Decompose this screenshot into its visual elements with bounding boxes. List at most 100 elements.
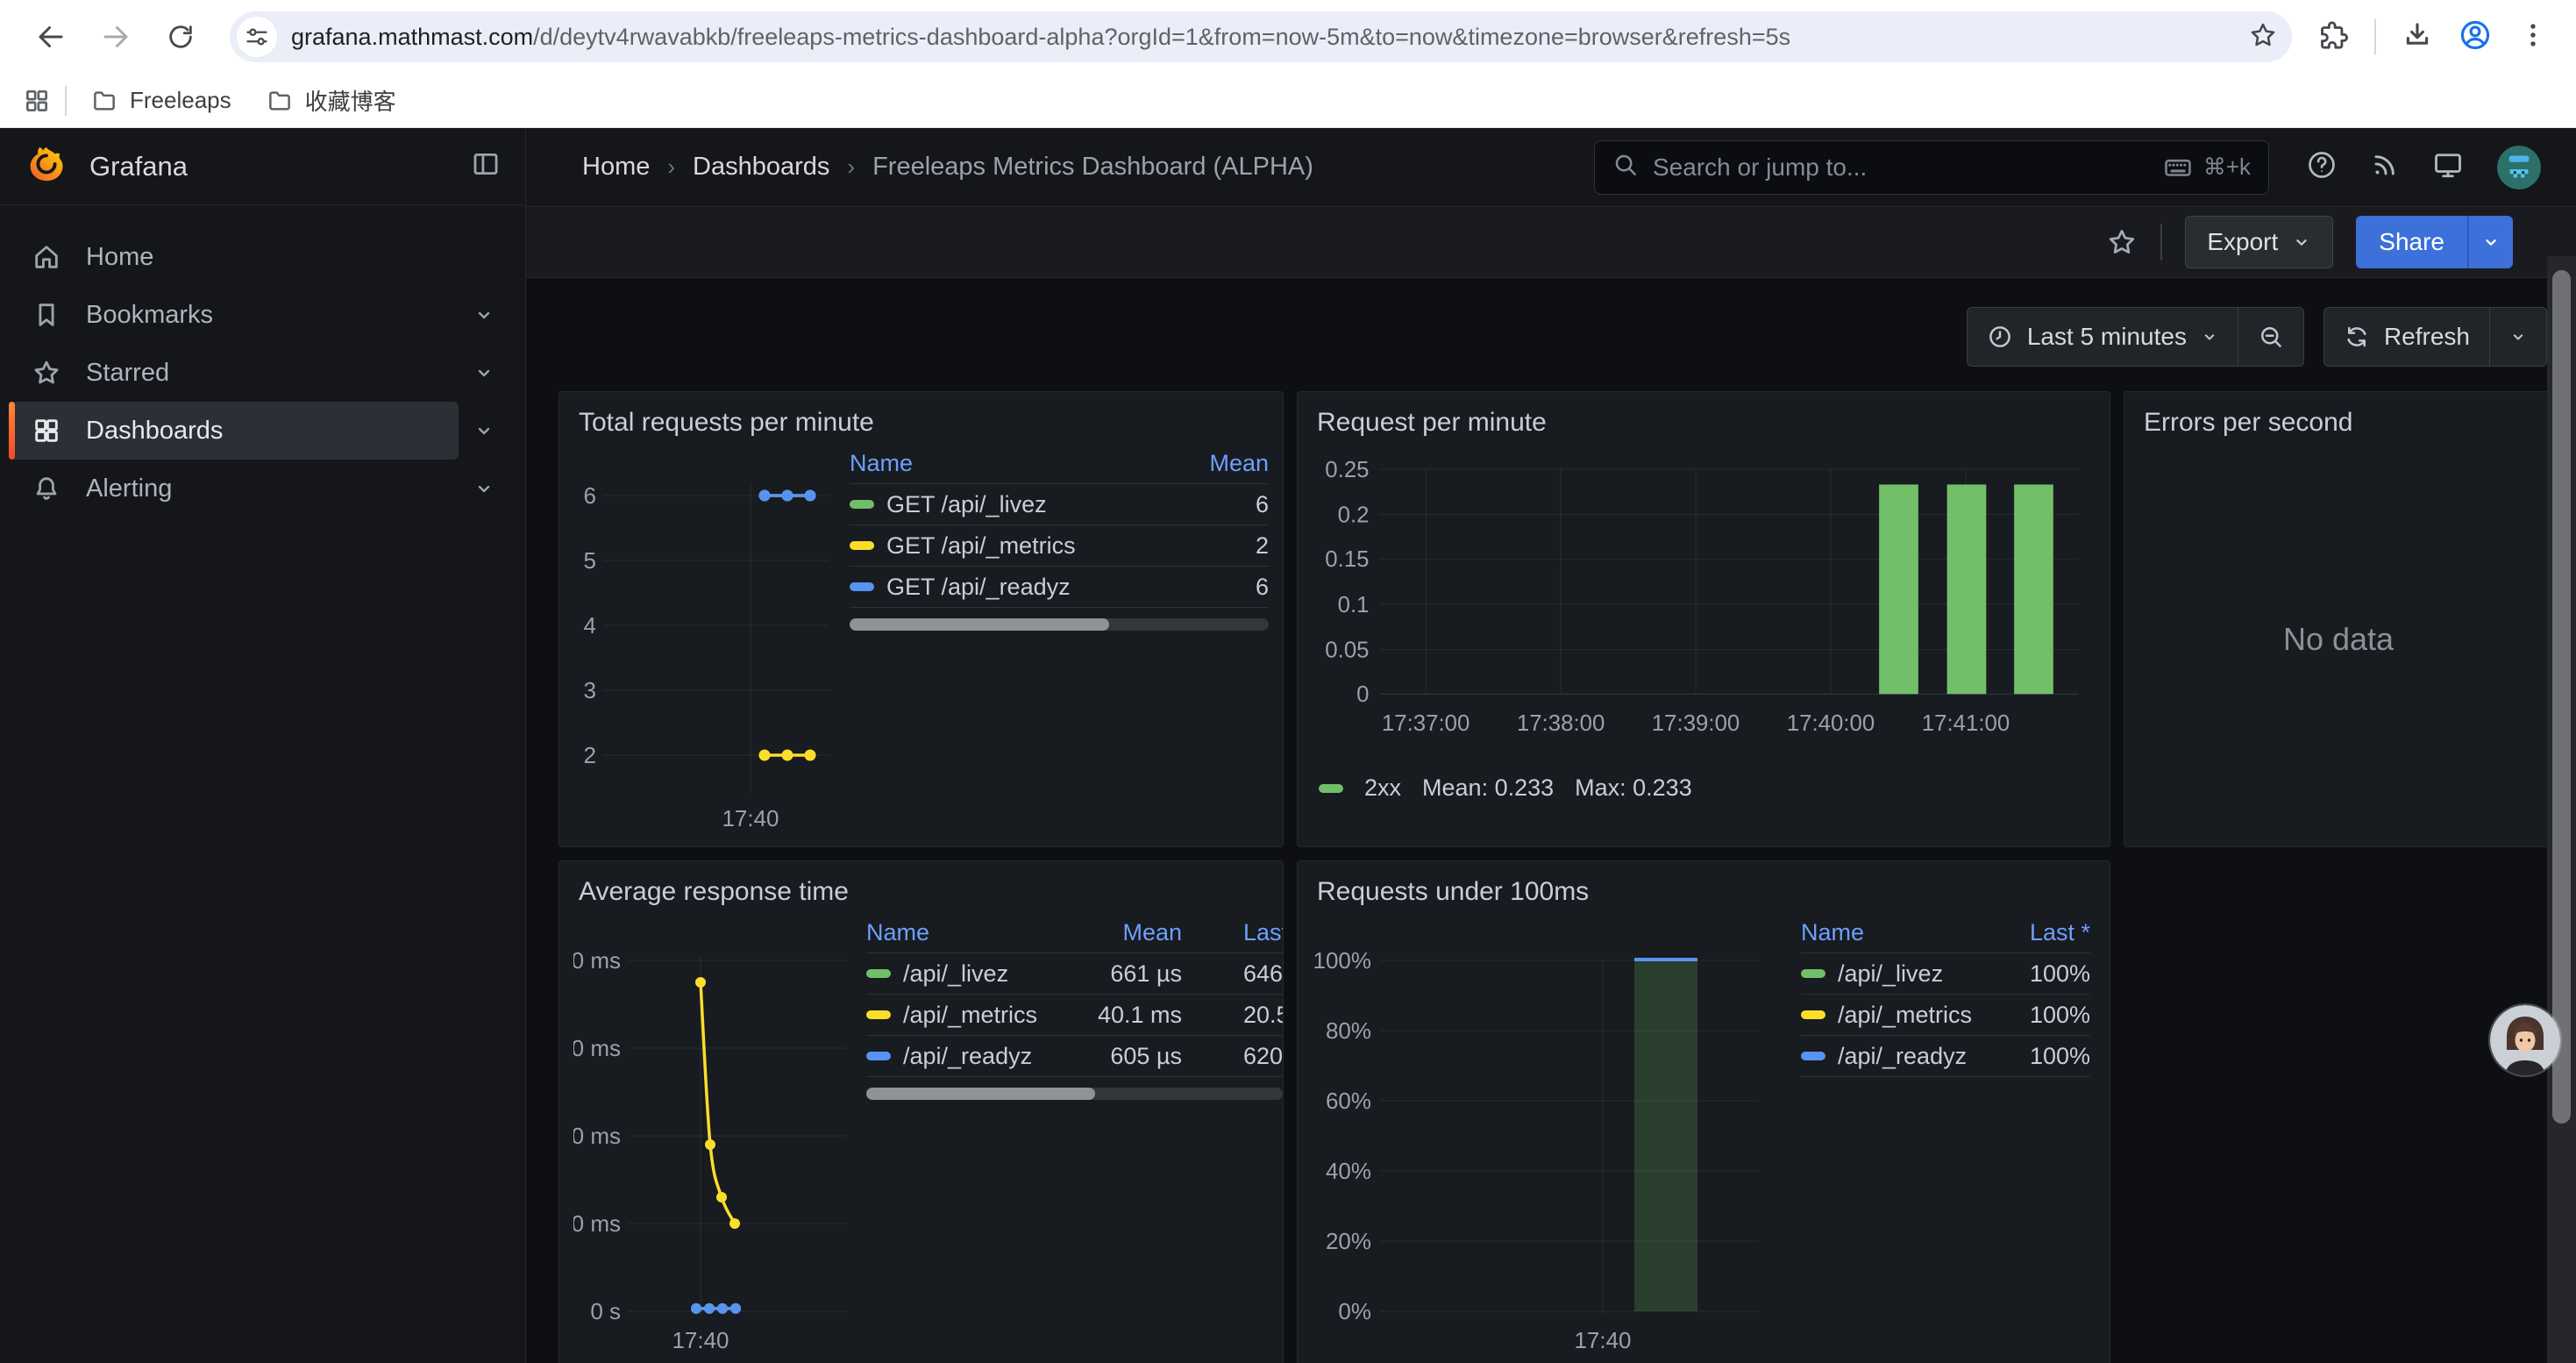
panel-average-response-time: Average response time 80 ms60 ms40 ms20 … xyxy=(559,860,1284,1363)
legend-column-header[interactable]: Mean xyxy=(1078,919,1182,946)
legend-row[interactable]: /api/_readyz100% xyxy=(1801,1036,2090,1077)
series-color-pill xyxy=(850,541,874,550)
bookmark-folder-freeleaps[interactable]: Freeleaps xyxy=(81,82,242,119)
bar-chart-request-per-minute[interactable]: 0.250.20.150.10.05017:37:0017:38:0017:39… xyxy=(1312,443,2096,757)
series-mean: Mean: 0.233 xyxy=(1422,774,1554,802)
legend-column-header[interactable]: Name xyxy=(850,450,1155,477)
kiosk-monitor-icon[interactable] xyxy=(2432,149,2464,185)
legend-column-header[interactable]: Name xyxy=(866,919,1078,946)
panel-title[interactable]: Request per minute xyxy=(1312,403,2096,443)
series-color-pill xyxy=(866,1052,891,1060)
panel-title[interactable]: Requests under 100ms xyxy=(1312,872,2096,912)
search-icon xyxy=(1612,152,1639,182)
chevron-down-icon[interactable] xyxy=(459,478,509,499)
downloads-icon[interactable] xyxy=(2402,20,2432,54)
legend-row[interactable]: GET /api/_metrics2 xyxy=(850,525,1269,567)
url-domain: grafana.mathmast.com xyxy=(291,24,533,50)
legend-row[interactable]: GET /api/_readyz6 xyxy=(850,567,1269,608)
apps-grid-icon[interactable] xyxy=(23,87,51,115)
zoom-out-button[interactable] xyxy=(2238,308,2303,366)
sidebar-link-starred[interactable]: Starred xyxy=(9,344,459,402)
legend-column-header[interactable]: Last * xyxy=(1182,919,1283,946)
legend-column-header[interactable]: Last * xyxy=(1994,919,2090,946)
panel-title[interactable]: Errors per second xyxy=(2138,403,2538,443)
bookmark-star-icon[interactable] xyxy=(2248,20,2278,54)
y-tick-label: 4 xyxy=(584,612,596,639)
sidebar-link-bookmarks[interactable]: Bookmarks xyxy=(9,286,459,344)
bookmarks-divider xyxy=(65,86,67,116)
grafana-logo[interactable] xyxy=(26,144,67,189)
bookmark-folder-blogs[interactable]: 收藏博客 xyxy=(256,79,407,122)
dock-menu-icon[interactable] xyxy=(471,149,501,183)
forward-icon[interactable] xyxy=(88,9,144,65)
bookmark-folder-label: Freeleaps xyxy=(130,87,231,114)
sidebar-link-alerting[interactable]: Alerting xyxy=(9,460,459,517)
extensions-icon[interactable] xyxy=(2318,20,2348,54)
breadcrumb-separator: › xyxy=(667,153,675,181)
panel-title[interactable]: Total requests per minute xyxy=(573,403,1269,443)
y-tick-label: 0% xyxy=(1338,1298,1371,1324)
breadcrumb-dashboards[interactable]: Dashboards xyxy=(693,153,829,182)
chevron-down-icon[interactable] xyxy=(459,304,509,325)
site-settings-icon[interactable] xyxy=(237,17,277,57)
legend-row[interactable]: GET /api/_livez6 xyxy=(850,484,1269,525)
x-tick-label: 17:40 xyxy=(1574,1327,1631,1353)
news-rss-icon[interactable] xyxy=(2371,151,2399,183)
y-tick-label: 40% xyxy=(1326,1158,1371,1184)
refresh-interval-dropdown[interactable] xyxy=(2489,308,2546,366)
chevron-down-icon[interactable] xyxy=(459,420,509,441)
bar-chart-requests-under-100ms[interactable]: 100%80%60%40%20%0%17:40 xyxy=(1312,912,1768,1355)
time-range-picker[interactable]: Last 5 minutes xyxy=(1968,308,2238,366)
search-input[interactable]: Search or jump to... ⌘+k xyxy=(1594,140,2269,195)
legend-column-header[interactable]: Mean xyxy=(1155,450,1269,477)
legend-column-header[interactable]: Name xyxy=(1801,919,1994,946)
y-tick-label: 80 ms xyxy=(573,947,621,974)
legend-table: NameMeanLast * /api/_livez661 µs646 µs/ap… xyxy=(866,912,1283,1363)
chevron-down-icon xyxy=(2201,328,2218,346)
url-bar[interactable]: grafana.mathmast.com/d/deytv4rwavabkb/fr… xyxy=(230,11,2292,62)
reload-icon[interactable] xyxy=(153,9,209,65)
page-scrollbar[interactable] xyxy=(2547,256,2576,1363)
legend-hscrollbar[interactable] xyxy=(850,618,1269,631)
url-text[interactable]: grafana.mathmast.com/d/deytv4rwavabkb/fr… xyxy=(291,24,2238,51)
dashboard-canvas: Last 5 minutes xyxy=(526,278,2576,1363)
share-dropdown[interactable] xyxy=(2467,216,2513,268)
back-icon[interactable] xyxy=(23,9,79,65)
bar xyxy=(1879,484,1918,694)
breadcrumb-home[interactable]: Home xyxy=(582,153,650,182)
dashboard-row-2: Average response time 80 ms60 ms40 ms20 … xyxy=(559,860,2553,1363)
folder-icon xyxy=(267,88,293,114)
sidebar-link-home[interactable]: Home xyxy=(9,228,509,286)
legend-row[interactable]: /api/_readyz605 µs620 µs xyxy=(866,1036,1283,1077)
legend-row[interactable]: /api/_livez661 µs646 µs xyxy=(866,953,1283,995)
series-color-pill xyxy=(1801,969,1825,978)
scrollbar-thumb[interactable] xyxy=(2552,270,2571,1124)
sidebar-header: Grafana xyxy=(0,128,525,205)
legend-row[interactable]: /api/_livez100% xyxy=(1801,953,2090,995)
refresh-button[interactable]: Refresh xyxy=(2324,308,2489,366)
bookmark-folder-label: 收藏博客 xyxy=(305,84,396,117)
line-chart-total-requests[interactable]: 6543217:40 xyxy=(573,443,836,838)
legend-row[interactable]: /api/_metrics100% xyxy=(1801,995,2090,1036)
export-button[interactable]: Export xyxy=(2185,216,2333,268)
help-icon[interactable] xyxy=(2306,149,2338,185)
menu-dots-icon[interactable] xyxy=(2518,20,2548,54)
favorite-star-icon[interactable] xyxy=(2106,226,2138,258)
grafana-app: Grafana Home xyxy=(0,128,2576,1363)
chevron-down-icon[interactable] xyxy=(459,362,509,383)
profile-icon[interactable] xyxy=(2459,18,2492,56)
line-chart-average-response-time[interactable]: 80 ms60 ms40 ms20 ms0 s17:40 xyxy=(573,912,854,1355)
panel-title[interactable]: Average response time xyxy=(573,872,1269,912)
legend-table: NameMean GET /api/_livez6GET /api/_metric… xyxy=(850,443,1269,836)
share-button[interactable]: Share xyxy=(2356,216,2513,268)
sidebar-item-starred: Starred xyxy=(0,344,525,402)
legend-row[interactable]: /api/_metrics40.1 ms20.5 ms xyxy=(866,995,1283,1036)
series-point xyxy=(716,1192,727,1202)
sidebar-link-dashboards[interactable]: Dashboards xyxy=(9,402,459,460)
series-color-pill xyxy=(1319,784,1343,793)
assistant-avatar[interactable] xyxy=(2490,1005,2560,1075)
user-avatar[interactable] xyxy=(2497,146,2541,189)
legend-hscrollbar[interactable] xyxy=(866,1088,1283,1100)
legend-row[interactable]: 2xx Mean: 0.233 Max: 0.233 xyxy=(1312,769,2096,803)
legend-table: NameLast * /api/_livez100%/api/_metrics10… xyxy=(1801,912,2090,1363)
